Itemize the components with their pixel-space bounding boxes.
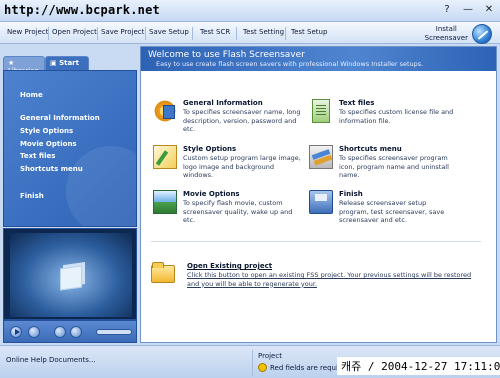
stop-icon[interactable] [28,326,40,338]
sidebar-nav: Home General Information Style Options M… [3,70,137,227]
tab-start[interactable]: ▣ Start [45,56,89,70]
option-title: Finish [339,190,363,198]
option-title: Movie Options [183,190,240,198]
sidebar-item-home[interactable]: Home [20,91,43,99]
divider [151,241,481,242]
forward-icon[interactable] [70,326,82,338]
save-project-button[interactable]: Save Project [101,28,144,36]
sidebar-item-general-information[interactable]: General Information [20,114,100,122]
home-icon: ▣ [50,59,57,67]
status-warning-text: Red fields are require [270,364,345,372]
cube-icon [60,265,82,291]
movie-image-icon [153,190,177,214]
install-label-line2: Screensaver [424,34,468,42]
preview-screen [10,233,132,317]
toolbar: New Project Open Project Save Project Sa… [0,22,500,44]
shortcut-icon [309,145,333,169]
option-title: General Information [183,99,263,107]
close-icon[interactable]: ✕ [484,4,494,15]
option-title: Shortcuts menu [339,145,402,153]
toolbar-separator [192,27,193,40]
test-scr-button[interactable]: Test SCR [200,28,230,36]
star-icon: ★ [8,59,15,67]
screensaver-preview [3,228,137,320]
main-panel: Welcome to use Flash Screensaver Easy to… [140,46,497,343]
status-project-label: Project [258,352,282,360]
window-controls: ? — ✕ [442,4,494,15]
option-description: Release screensaver setup program, test … [339,199,445,224]
page-title: Welcome to use Flash Screensaver [148,50,305,60]
toolbar-separator [145,27,146,40]
test-setting-button[interactable]: Test Setting [243,28,284,36]
option-description: To specifies screensaver name, long desc… [183,108,301,133]
play-icon[interactable] [10,326,22,338]
test-setup-button[interactable]: Test Setup [291,28,327,36]
option-description: To specifies screensaver program icon, p… [339,154,449,179]
status-separator [252,350,253,376]
sidebar-item-text-files[interactable]: Text files [20,152,55,160]
text-file-icon [312,99,330,123]
minimize-icon[interactable]: — [463,4,473,15]
open-existing-project-description[interactable]: Click this button to open an existing FS… [187,271,477,288]
tab-start-label: Start [59,59,79,67]
photo-timestamp-stamp: 캐쥬 / 2004-12-27 17:11:01 [337,357,500,375]
toolbar-separator [97,27,98,40]
open-existing-project-link[interactable]: Open Existing project [187,262,272,270]
tab-librarian[interactable]: ★ Librarian [3,56,45,75]
volume-slider[interactable] [96,329,132,335]
install-globe-icon[interactable] [472,24,492,44]
option-description: To specify flash movie, custom screensav… [183,199,293,224]
install-screensaver-button[interactable]: Install Screensaver [425,25,468,43]
option-description: Custom setup program large image, logo i… [183,154,301,179]
floppy-disk-icon [309,190,333,214]
new-project-button[interactable]: New Project [7,28,48,36]
save-setup-button[interactable]: Save Setup [149,28,189,36]
preview-controls [3,320,137,343]
toolbar-separator [48,27,49,40]
online-help-link[interactable]: Online Help Documents... [6,356,96,364]
option-description: To specifies custom license file and inf… [339,108,454,125]
install-label-line1: Install [435,25,457,33]
open-folder-icon[interactable] [151,262,175,283]
warning-icon [258,363,267,372]
toolbar-separator [285,27,286,40]
rewind-icon[interactable] [54,326,66,338]
welcome-banner: Welcome to use Flash Screensaver Easy to… [141,47,496,71]
open-project-button[interactable]: Open Project [52,28,97,36]
page-subtitle: Easy to use create flash screen savers w… [156,60,424,68]
sidebar-item-shortcuts-menu[interactable]: Shortcuts menu [20,165,83,173]
toolbar-separator [236,27,237,40]
sidebar-item-style-options[interactable]: Style Options [20,127,73,135]
sidebar-tabs: ★ Librarian ▣ Start [3,56,137,75]
watermark-text: http://www.bcpark.net [4,3,160,17]
option-title: Style Options [183,145,237,153]
gear-settings-icon [153,99,177,123]
sidebar-item-movie-options[interactable]: Movie Options [20,140,77,148]
help-icon[interactable]: ? [442,4,452,15]
sidebar-item-finish[interactable]: Finish [20,192,44,200]
style-brush-icon [153,145,177,169]
option-title: Text files [339,99,375,107]
title-bar: http://www.bcpark.net ? — ✕ [0,0,500,22]
